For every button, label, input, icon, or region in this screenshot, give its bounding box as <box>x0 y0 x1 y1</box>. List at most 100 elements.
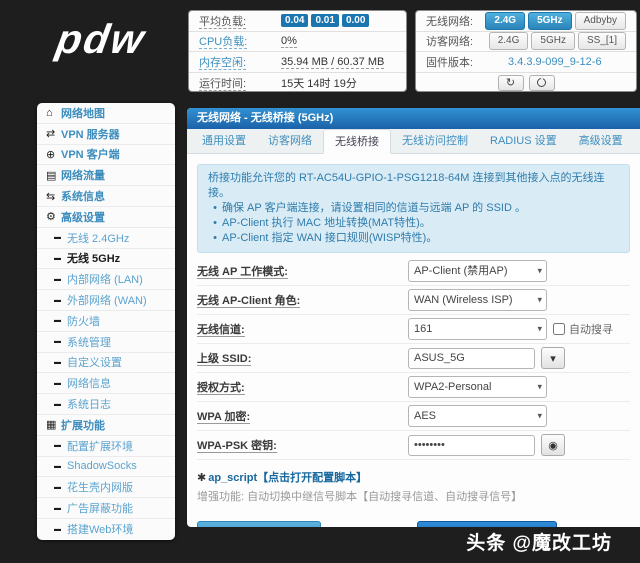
tab-access-control[interactable]: 无线访问控制 <box>391 129 479 153</box>
load-badge-15min: 0.00 <box>342 14 369 27</box>
chevron-down-icon: ▾ <box>550 352 556 365</box>
dash-icon: ▬ <box>54 317 67 324</box>
tab-advanced-settings[interactable]: 高级设置 <box>568 129 634 153</box>
guest-toggles-row: 访客网络: 2.4G 5GHz SS_[1] <box>416 32 636 53</box>
bridge-info-intro: 桥接功能允许您的 RT-AC54U-GPIO-1-PSG1218-64M 连接到… <box>208 171 619 201</box>
firmware-version-link[interactable]: 3.4.3.9-099_9-12-6 <box>508 56 602 68</box>
guest-24g-toggle[interactable]: 2.4G <box>489 32 529 50</box>
ap-script-link[interactable]: ap_script <box>208 472 257 484</box>
adbyby-toggle[interactable]: Adbyby <box>575 12 626 30</box>
sidebar-item-shadowsocks[interactable]: ▬ShadowSocks <box>37 457 175 478</box>
auto-scan-checkbox[interactable] <box>553 323 565 335</box>
sidebar-nav: ⌂网络地图 ⇄VPN 服务器 ⊕VPN 客户端 ▤网络流量 ⇆系统信息 ⚙高级设… <box>37 103 175 540</box>
guest-network-label: 访客网络: <box>426 33 489 49</box>
device-actions-row: ↻ <box>416 73 636 93</box>
auto-scan-checkbox-label: 自动搜寻 <box>553 321 613 337</box>
dash-icon: ▬ <box>54 276 67 283</box>
eye-icon: ◉ <box>548 439 558 452</box>
sidebar-item-wireless-24ghz[interactable]: ▬无线 2.4GHz <box>37 228 175 249</box>
tab-general-settings[interactable]: 通用设置 <box>191 129 257 153</box>
sidebar-item-system-info[interactable]: ⇆系统信息 <box>37 186 175 207</box>
ap-client-role-select[interactable]: WAN (Wireless ISP) <box>408 289 547 311</box>
goto-24ghz-button[interactable]: 转到 2.4GHz 的设置 <box>197 521 321 527</box>
sidebar-item-traffic[interactable]: ▤网络流量 <box>37 165 175 186</box>
bridge-info-box: 桥接功能允许您的 RT-AC54U-GPIO-1-PSG1218-64M 连接到… <box>197 164 630 253</box>
wireless-label: 无线网络: <box>426 13 485 29</box>
channel-row: 无线信道: 161▾ 自动搜寻 <box>197 315 630 344</box>
sidebar-item-network-map[interactable]: ⌂网络地图 <box>37 103 175 124</box>
load-badge-1min: 0.04 <box>281 14 308 27</box>
wpa-encryption-select[interactable]: AES <box>408 405 547 427</box>
sidebar-item-custom-settings[interactable]: ▬自定义设置 <box>37 353 175 374</box>
uptime-value: 15天 14时 19分 <box>281 75 357 91</box>
wpa-psk-input[interactable] <box>408 435 535 456</box>
sidebar-item-extended-env[interactable]: ▬配置扩展环境 <box>37 436 175 457</box>
sidebar-item-lan[interactable]: ▬内部网络 (LAN) <box>37 269 175 290</box>
tab-guest-network[interactable]: 访客网络 <box>257 129 323 153</box>
sidebar-item-advanced-settings[interactable]: ⚙高级设置 <box>37 207 175 228</box>
ap-mode-label: 无线 AP 工作模式: <box>197 263 288 279</box>
bridge-info-bullet: •AP-Client 执行 MAC 地址转换(MAT特性)。 <box>208 216 619 231</box>
show-password-button[interactable]: ◉ <box>541 434 565 456</box>
sidebar-item-firewall[interactable]: ▬防火墙 <box>37 311 175 332</box>
refresh-button[interactable]: ↻ <box>498 75 524 91</box>
wpa-encryption-row: WPA 加密: AES▾ <box>197 402 630 431</box>
channel-label: 无线信道: <box>197 321 245 337</box>
ap-script-open-link[interactable]: 【点击打开配置脚本】 <box>257 472 367 484</box>
load-badge-5min: 0.01 <box>311 14 338 27</box>
memory-free-row: 内存空闲: 35.94 MB / 60.37 MB <box>189 52 406 73</box>
bridge-info-bullet: •AP-Client 指定 WAN 接口规则(WISP特性)。 <box>208 231 619 246</box>
action-buttons-row: 转到 2.4GHz 的设置 应用本页面设置 <box>197 521 630 527</box>
wireless-24g-toggle[interactable]: 2.4G <box>485 12 525 30</box>
ap-mode-row: 无线 AP 工作模式: AP-Client (禁用AP)▾ <box>197 257 630 286</box>
load-average-label: 平均负载: <box>199 13 281 29</box>
shadowsocks-toggle[interactable]: SS_[1] <box>578 32 626 50</box>
dash-icon: ▬ <box>54 338 67 345</box>
dash-icon: ▬ <box>54 359 67 366</box>
guest-5ghz-toggle[interactable]: 5GHz <box>531 32 575 50</box>
ssid-scan-button[interactable]: ▾ <box>541 347 565 369</box>
ap-client-role-row: 无线 AP-Client 角色: WAN (Wireless ISP)▾ <box>197 286 630 315</box>
dash-icon: ▬ <box>54 380 67 387</box>
sidebar-item-extended-features[interactable]: ▦扩展功能 <box>37 415 175 436</box>
memory-free-link[interactable]: 内存空闲: <box>199 54 281 70</box>
sidebar-item-oray[interactable]: ▬花生壳内网版 <box>37 477 175 498</box>
parent-ssid-input[interactable] <box>408 348 535 369</box>
auth-method-select[interactable]: WPA2-Personal <box>408 376 547 398</box>
parent-ssid-label: 上级 SSID: <box>197 350 251 366</box>
load-average-row: 平均负载: 0.040.01 0.00 <box>189 11 406 32</box>
sidebar-item-vpn-server[interactable]: ⇄VPN 服务器 <box>37 124 175 145</box>
dash-icon: ▬ <box>54 463 67 470</box>
wireless-5ghz-toggle[interactable]: 5GHz <box>528 12 572 30</box>
sidebar-item-wireless-5ghz[interactable]: ▬无线 5GHz <box>37 249 175 270</box>
traffic-icon: ▤ <box>46 169 61 182</box>
tab-wireless-bridge[interactable]: 无线桥接 <box>323 129 391 154</box>
ap-mode-select[interactable]: AP-Client (禁用AP) <box>408 260 547 282</box>
sidebar-item-vpn-client[interactable]: ⊕VPN 客户端 <box>37 145 175 166</box>
apply-button[interactable]: 应用本页面设置 <box>417 521 557 527</box>
memory-free-value: 35.94 MB / 60.37 MB <box>281 56 384 68</box>
watermark: 头条 @魔改工坊 <box>466 528 612 555</box>
sidebar-item-web-env[interactable]: ▬搭建Web环境 <box>37 519 175 540</box>
tab-radius-settings[interactable]: RADIUS 设置 <box>479 129 568 153</box>
cpu-load-link[interactable]: CPU负载: <box>199 33 281 49</box>
system-info-icon: ⇆ <box>46 190 61 203</box>
dash-icon: ▬ <box>54 526 67 533</box>
sidebar-item-administration[interactable]: ▬系统管理 <box>37 332 175 353</box>
reboot-button[interactable] <box>529 75 555 91</box>
padavan-logo: pdw <box>53 16 149 63</box>
wpa-psk-row: WPA-PSK 密钥: ◉ <box>197 431 630 460</box>
page-title: 无线网络 - 无线桥接 (5GHz) <box>187 108 640 129</box>
channel-select[interactable]: 161 <box>408 318 547 340</box>
sidebar-item-adblock[interactable]: ▬广告屏蔽功能 <box>37 498 175 519</box>
ap-script-description: 增强功能: 自动切换中继信号脚本【自动搜寻信道、自动搜寻信号】 <box>197 488 630 504</box>
wpa-encryption-label: WPA 加密: <box>197 408 250 424</box>
tab-bar: 通用设置 访客网络 无线桥接 无线访问控制 RADIUS 设置 高级设置 <box>187 129 640 154</box>
sidebar-item-wan[interactable]: ▬外部网络 (WAN) <box>37 290 175 311</box>
bridge-info-bullet: •确保 AP 客户端连接，请设置相同的信道与远端 AP 的 SSID 。 <box>208 201 619 216</box>
refresh-icon: ↻ <box>506 76 515 89</box>
auth-method-label: 授权方式: <box>197 379 245 395</box>
sidebar-item-system-log[interactable]: ▬系统日志 <box>37 394 175 415</box>
sidebar-item-network-info[interactable]: ▬网络信息 <box>37 373 175 394</box>
dash-icon: ▬ <box>54 505 67 512</box>
